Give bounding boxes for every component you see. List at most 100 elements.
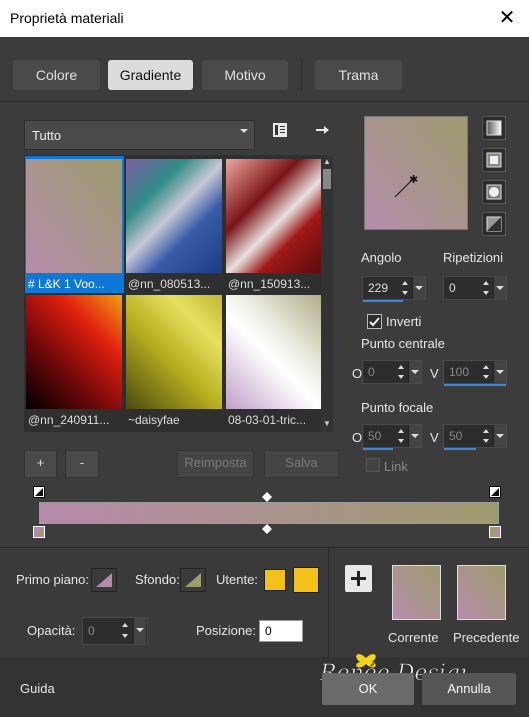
repeats-label: Ripetizioni bbox=[443, 250, 503, 265]
tab-gradiente[interactable]: Gradiente bbox=[108, 60, 193, 90]
chevron-down-icon[interactable] bbox=[408, 361, 421, 383]
gradient-label: # L&K 1 Voo... bbox=[28, 277, 105, 291]
focal-o-value: 50 bbox=[368, 429, 382, 443]
opacity-field[interactable]: 0 bbox=[82, 617, 148, 645]
color-stop-marker[interactable] bbox=[489, 486, 501, 498]
gradient-swatch bbox=[26, 159, 122, 273]
focal-o-field[interactable]: 50 bbox=[362, 424, 422, 450]
color-stop-marker[interactable] bbox=[33, 526, 45, 538]
user-swatch[interactable] bbox=[264, 569, 286, 591]
tab-colore[interactable]: Colore bbox=[13, 60, 100, 90]
link-label: Link bbox=[384, 459, 408, 474]
angle-handle-icon: ✱ bbox=[394, 173, 418, 198]
gradient-swatch bbox=[226, 159, 322, 273]
gradient-item[interactable]: 08-03-01-tric... bbox=[226, 295, 322, 427]
library-icon[interactable] bbox=[272, 122, 288, 138]
add-button[interactable]: + bbox=[24, 450, 57, 478]
arrow-right-icon[interactable] bbox=[314, 122, 330, 138]
cancel-button[interactable]: Annulla bbox=[422, 673, 516, 705]
spinner-arrows-icon[interactable] bbox=[480, 425, 492, 447]
gradient-item[interactable]: ~daisyfae bbox=[126, 295, 222, 427]
position-value: 0 bbox=[265, 624, 272, 638]
midpoint-marker[interactable] bbox=[262, 523, 272, 534]
user-label: Utente: bbox=[216, 572, 258, 587]
center-v-field[interactable]: 100 bbox=[443, 360, 507, 386]
midpoint-marker[interactable] bbox=[262, 491, 272, 502]
center-o-field[interactable]: 0 bbox=[362, 360, 422, 384]
chevron-down-icon[interactable] bbox=[493, 277, 506, 299]
radial-style-button[interactable] bbox=[482, 180, 506, 204]
gradient-item[interactable]: # L&K 1 Voo... bbox=[26, 159, 122, 291]
add-swatch-button[interactable] bbox=[345, 565, 372, 592]
focal-v-slider[interactable] bbox=[444, 448, 476, 450]
save-button[interactable]: Salva bbox=[264, 450, 339, 478]
gradient-item[interactable]: @nn_240911... bbox=[26, 295, 122, 427]
gradient-editor-bar[interactable] bbox=[39, 502, 499, 524]
tab-trama[interactable]: Trama bbox=[315, 60, 402, 90]
color-stop-marker[interactable] bbox=[33, 486, 45, 498]
gradient-swatch bbox=[26, 295, 122, 409]
reset-button[interactable]: Reimposta bbox=[177, 450, 254, 478]
title-bar: Proprietà materiali ✕ bbox=[0, 0, 529, 38]
repeats-field[interactable]: 0 bbox=[443, 276, 507, 300]
gradient-item[interactable]: @nn_150913... bbox=[226, 159, 322, 291]
window-title: Proprietà materiali bbox=[10, 10, 124, 26]
gradient-swatch bbox=[126, 159, 222, 273]
chevron-up-icon[interactable]: ▲ bbox=[323, 158, 331, 166]
tab-separator bbox=[301, 59, 302, 91]
angle-label: Angolo bbox=[361, 250, 402, 265]
focal-o-slider[interactable] bbox=[363, 448, 393, 450]
chevron-down-icon[interactable]: ▼ bbox=[323, 420, 331, 428]
gradient-swatch bbox=[126, 295, 222, 409]
angle-value: 229 bbox=[368, 281, 389, 295]
linear-style-button[interactable] bbox=[482, 116, 506, 140]
section-divider bbox=[328, 547, 329, 657]
spinner-arrows-icon[interactable] bbox=[119, 618, 131, 644]
link-checkbox[interactable] bbox=[366, 458, 380, 472]
position-field[interactable]: 0 bbox=[259, 620, 303, 642]
spinner-arrows-icon[interactable] bbox=[480, 277, 492, 299]
chevron-down-icon[interactable] bbox=[493, 425, 506, 447]
spinner-arrows-icon[interactable] bbox=[480, 361, 492, 383]
chevron-down-icon bbox=[240, 129, 248, 133]
sunburst-style-button[interactable] bbox=[482, 212, 506, 236]
library-scrollbar[interactable]: ▲ ▼ bbox=[321, 156, 333, 432]
remove-button[interactable]: - bbox=[65, 450, 99, 478]
user-swatch-large[interactable] bbox=[293, 567, 319, 593]
gradient-item[interactable]: @nn_080513... bbox=[126, 159, 222, 291]
chevron-down-icon[interactable] bbox=[493, 361, 506, 383]
previous-swatch[interactable] bbox=[457, 565, 506, 620]
scrollbar-thumb[interactable] bbox=[323, 169, 331, 189]
chevron-down-icon[interactable] bbox=[408, 425, 421, 447]
ok-button[interactable]: OK bbox=[322, 673, 414, 705]
chevron-down-icon[interactable] bbox=[133, 618, 146, 644]
gradient-label: @nn_150913... bbox=[228, 277, 311, 291]
gradient-swatch bbox=[226, 295, 322, 409]
help-link[interactable]: Guida bbox=[20, 681, 55, 696]
gradient-label: @nn_240911... bbox=[28, 413, 110, 427]
gradient-label: ~daisyfae bbox=[128, 413, 180, 427]
spinner-arrows-icon[interactable] bbox=[395, 425, 407, 447]
color-stop-marker[interactable] bbox=[489, 526, 501, 538]
focal-v-value: 50 bbox=[449, 429, 463, 443]
angle-field[interactable]: 229 bbox=[362, 276, 426, 302]
foreground-swatch[interactable] bbox=[91, 568, 117, 592]
rectangular-style-button[interactable] bbox=[482, 148, 506, 172]
current-swatch[interactable] bbox=[392, 565, 441, 620]
invert-checkbox[interactable] bbox=[367, 314, 382, 329]
background-swatch[interactable] bbox=[180, 568, 206, 592]
center-v-slider[interactable] bbox=[444, 384, 506, 386]
gradient-label: @nn_080513... bbox=[128, 277, 211, 291]
spinner-arrows-icon[interactable] bbox=[395, 361, 407, 383]
angle-slider[interactable] bbox=[363, 300, 403, 302]
spinner-arrows-icon[interactable] bbox=[399, 277, 411, 299]
chevron-down-icon[interactable] bbox=[412, 277, 425, 299]
category-dropdown[interactable]: Tutto bbox=[24, 120, 255, 150]
current-label: Corrente bbox=[388, 630, 439, 645]
gradient-preview[interactable]: ✱ bbox=[364, 116, 468, 230]
foreground-label: Primo piano: bbox=[16, 572, 89, 587]
tab-motivo[interactable]: Motivo bbox=[202, 60, 288, 90]
center-point-label: Punto centrale bbox=[361, 336, 445, 351]
close-icon[interactable]: ✕ bbox=[495, 6, 519, 30]
focal-v-field[interactable]: 50 bbox=[443, 424, 507, 450]
